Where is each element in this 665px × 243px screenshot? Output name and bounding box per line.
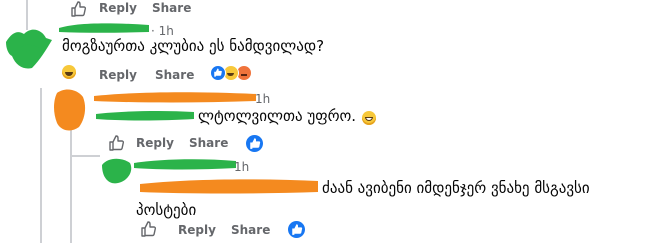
comment-time[interactable]: 1h <box>234 160 249 174</box>
haha-emoji-icon <box>62 65 76 79</box>
comment-time[interactable]: 1h <box>255 92 270 106</box>
reply-button[interactable]: Reply <box>99 68 137 82</box>
reply-button[interactable]: Reply <box>136 136 174 150</box>
comment-text: მოგზაურთა კლუბია ეს ნამდვილად? <box>62 37 325 55</box>
reply-button[interactable]: Reply <box>99 1 137 15</box>
comment-time[interactable]: · 1h <box>151 24 174 38</box>
comment-text-line2: პოსტები <box>136 201 197 219</box>
like-outline-icon[interactable] <box>108 135 124 151</box>
author-name[interactable] <box>55 18 155 38</box>
share-button[interactable]: Share <box>231 223 270 237</box>
like-reaction-icon[interactable] <box>246 135 263 152</box>
comment-text: ლტოლვილთა უფრო. <box>198 107 357 125</box>
like-outline-icon[interactable] <box>70 1 86 17</box>
mention-tag[interactable] <box>92 106 198 124</box>
share-button[interactable]: Share <box>189 136 228 150</box>
time-label: 1h <box>234 160 250 174</box>
time-label: 1h <box>158 24 174 38</box>
time-label: 1h <box>255 92 271 106</box>
share-button[interactable]: Share <box>155 68 194 82</box>
like-reaction-icon[interactable] <box>210 65 226 81</box>
like-reaction-icon[interactable] <box>288 221 305 238</box>
reply-button[interactable]: Reply <box>178 223 216 237</box>
avatar[interactable] <box>49 85 91 135</box>
grinning-emoji-icon <box>362 111 376 125</box>
author-name[interactable] <box>90 88 260 106</box>
mention-tag[interactable] <box>136 174 322 198</box>
share-button[interactable]: Share <box>152 1 191 15</box>
thread-line-left <box>40 88 42 243</box>
like-outline-icon[interactable] <box>140 221 156 237</box>
avatar[interactable] <box>2 20 62 75</box>
thread-line-mid <box>70 118 72 243</box>
author-name[interactable] <box>130 155 240 173</box>
comment-text-line1: ძაან ავიბენი იმდენჯერ ვნახე მსგავსი <box>322 179 590 197</box>
